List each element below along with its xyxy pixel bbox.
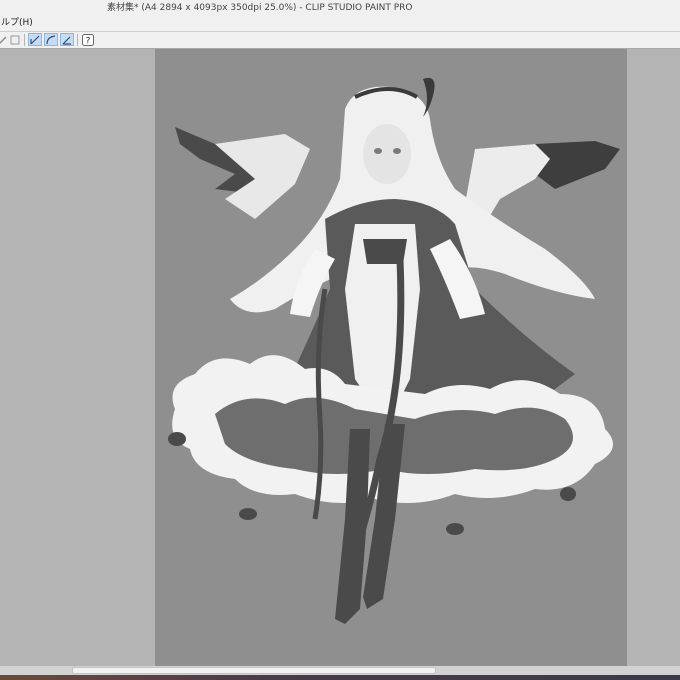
horizontal-scrollbar[interactable] — [0, 666, 680, 675]
window-title: 素材集* (A4 2894 x 4093px 350dpi 25.0%) - C… — [107, 3, 413, 13]
ruler-pen-icon[interactable] — [28, 33, 42, 46]
command-bar: ? — [0, 32, 680, 49]
taskbar-strip — [0, 675, 680, 680]
square-icon[interactable] — [8, 33, 22, 46]
toolbar-separator — [24, 34, 25, 46]
menu-bar: ルプ(H) — [0, 16, 680, 32]
menu-help[interactable]: ルプ(H) — [0, 16, 33, 31]
canvas-document[interactable] — [155, 49, 627, 666]
toolbar-separator — [77, 34, 78, 46]
curve-pen-icon[interactable] — [44, 33, 58, 46]
title-bar: 素材集* (A4 2894 x 4093px 350dpi 25.0%) - C… — [0, 0, 680, 17]
artwork-illustration — [168, 77, 620, 624]
help-icon[interactable]: ? — [81, 33, 95, 46]
canvas-workspace[interactable] — [0, 49, 680, 668]
scrollbar-thumb[interactable] — [72, 667, 436, 674]
angle-pen-icon[interactable] — [60, 33, 74, 46]
svg-text:?: ? — [86, 36, 91, 46]
